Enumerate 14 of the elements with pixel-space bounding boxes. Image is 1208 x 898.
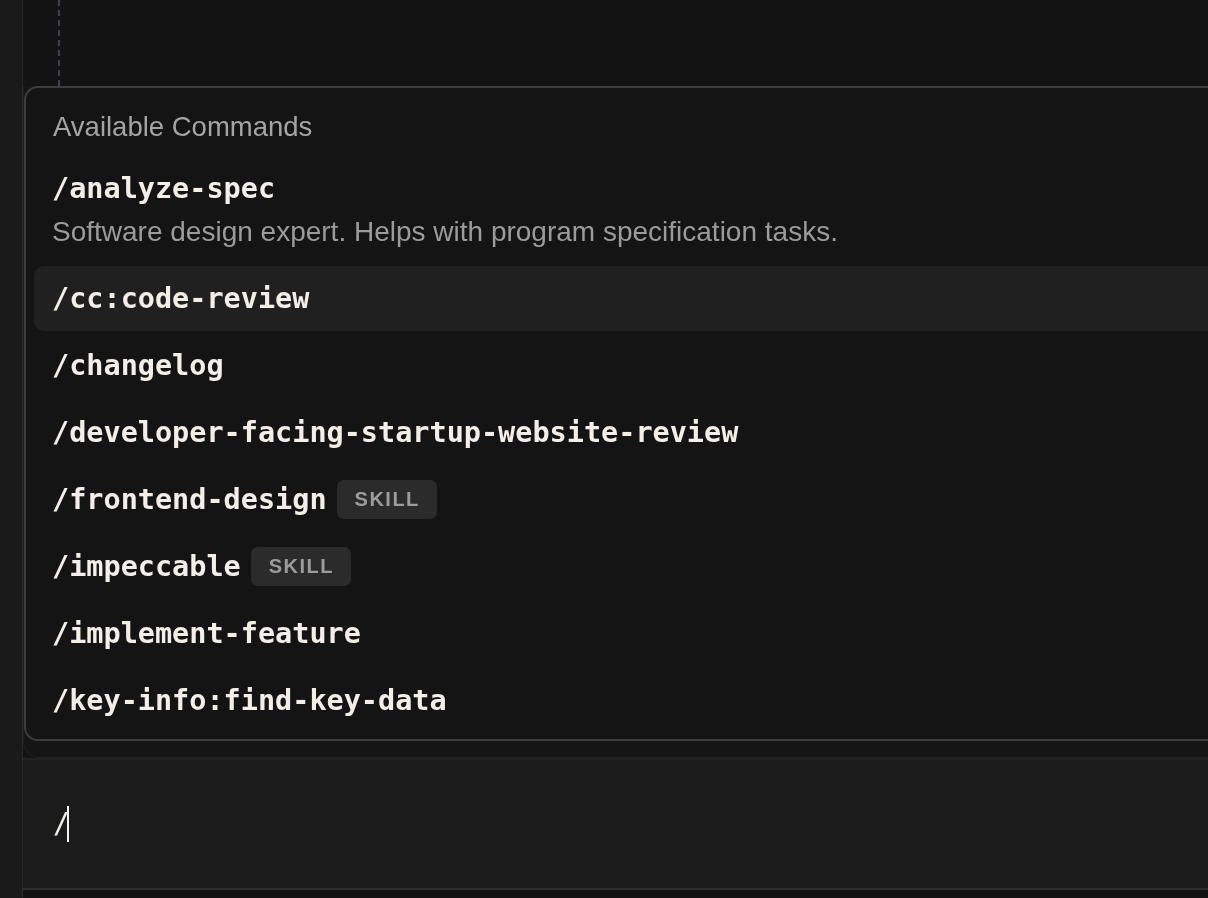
command-item[interactable]: /cc:code-review xyxy=(34,266,1208,331)
command-name: /developer-facing-startup-website-review xyxy=(52,416,739,449)
menu-title: Available Commands xyxy=(52,110,313,143)
skill-tag: SKILL xyxy=(250,547,352,586)
command-name: /cc:code-review xyxy=(52,282,310,315)
command-name: /impeccable xyxy=(52,550,241,583)
skill-tag: SKILL xyxy=(336,480,437,519)
command-name: /implement-feature xyxy=(52,617,361,650)
command-description: Software design expert. Helps with program specification tasks. xyxy=(52,216,838,248)
command-name: /frontend-design xyxy=(52,483,327,516)
command-name: /key-info:find-key-data xyxy=(52,684,447,717)
command-name: /changelog xyxy=(52,349,224,382)
message-input[interactable]: / xyxy=(53,806,69,842)
command-name: /analyze-spec xyxy=(52,172,276,205)
